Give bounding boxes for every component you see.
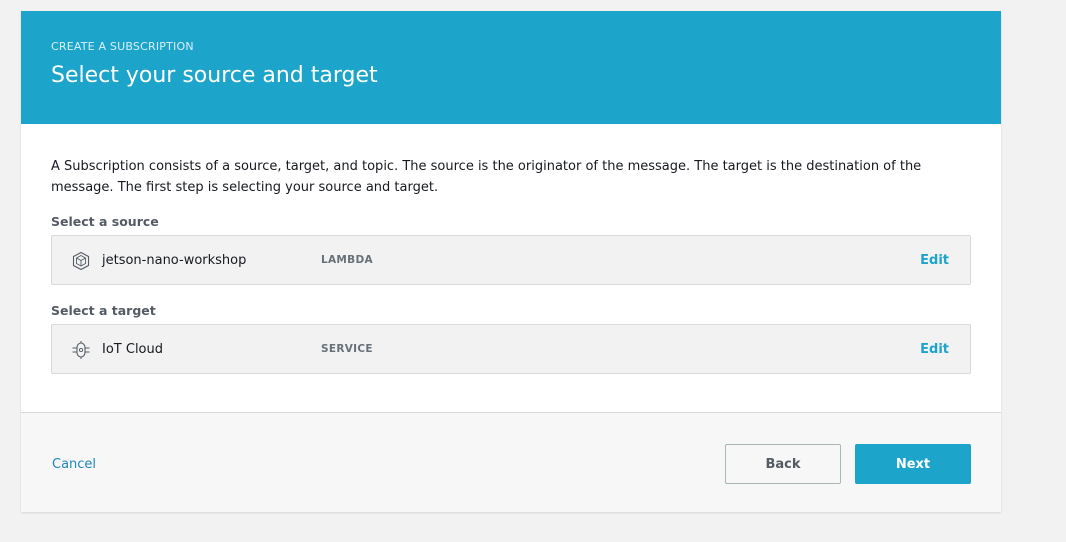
iot-cloud-icon: [71, 340, 91, 360]
target-type-badge: SERVICE: [321, 343, 373, 355]
wizard-description: A Subscription consists of a source, tar…: [51, 159, 922, 195]
cancel-link[interactable]: Cancel: [52, 456, 96, 473]
next-button[interactable]: Next: [855, 444, 971, 484]
target-name: IoT Cloud: [102, 342, 163, 357]
subscription-wizard-card: CREATE A SUBSCRIPTION Select your source…: [21, 11, 1001, 512]
source-edit-button[interactable]: Edit: [920, 252, 949, 269]
wizard-eyebrow: CREATE A SUBSCRIPTION: [51, 40, 194, 53]
target-selector: IoT Cloud SERVICE Edit: [51, 324, 971, 374]
page-title: Select your source and target: [51, 63, 378, 88]
lambda-cube-icon: [71, 251, 91, 271]
wizard-header: CREATE A SUBSCRIPTION Select your source…: [21, 11, 1001, 124]
target-section-label: Select a target: [51, 303, 156, 318]
source-name: jetson-nano-workshop: [102, 253, 247, 268]
source-type-badge: LAMBDA: [321, 254, 373, 266]
target-edit-button[interactable]: Edit: [920, 341, 949, 358]
wizard-footer: Cancel Back Next: [21, 412, 1001, 512]
source-selector: jetson-nano-workshop LAMBDA Edit: [51, 235, 971, 285]
source-section-label: Select a source: [51, 214, 159, 229]
wizard-body: A Subscription consists of a source, tar…: [21, 124, 1001, 412]
back-button[interactable]: Back: [725, 444, 841, 484]
